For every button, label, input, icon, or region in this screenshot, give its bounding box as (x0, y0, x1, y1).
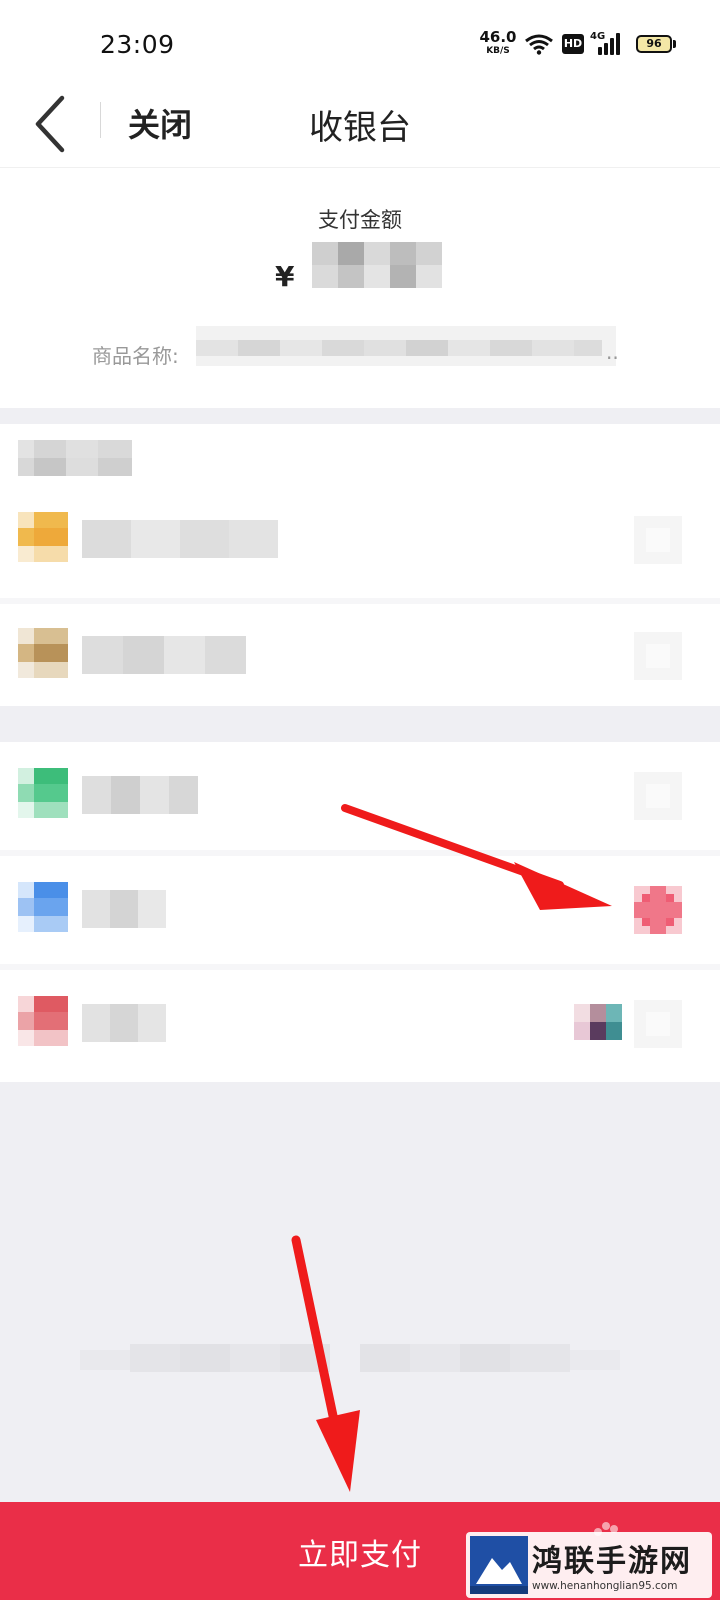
red-unionpay-icon (18, 996, 68, 1046)
signal-type-label: 4G (590, 31, 606, 42)
tan-wallet-icon (18, 628, 68, 678)
arrow-head-down (316, 1410, 360, 1492)
wifi-icon (525, 34, 553, 55)
close-button[interactable]: 关闭 (128, 100, 192, 146)
section-header-obscured (18, 440, 132, 476)
yellow-wallet-icon (18, 512, 68, 562)
green-wechat-icon (18, 768, 68, 818)
nav-bar: 收银台 关闭 (0, 88, 720, 168)
radio-button-unselected[interactable] (634, 516, 682, 564)
payment-method-name-obscured (82, 636, 246, 674)
status-bar: 23:09 46.0 KB/S HD 4G 96 (0, 0, 720, 88)
battery-level: 96 (646, 37, 662, 50)
bottom-hint-obscured (80, 1344, 620, 1372)
network-speed: 46.0 KB/S (478, 30, 518, 56)
payment-method-name-obscured (82, 776, 198, 814)
payment-method-row[interactable] (0, 486, 720, 598)
amount-panel: 支付金额 ¥ 商品名称: .. (0, 168, 720, 408)
battery-tip (673, 40, 676, 48)
watermark-logo-icon (470, 1536, 528, 1594)
radio-button-unselected[interactable] (634, 772, 682, 820)
payment-method-name-obscured (82, 1004, 166, 1042)
cell-signal-icon: 4G (590, 31, 622, 55)
site-watermark: 鸿联手游网 www.henanhonglian95.com (466, 1532, 712, 1598)
product-name-label: 商品名称: (92, 344, 179, 368)
page-title: 收银台 (309, 108, 411, 148)
watermark-url: www.henanhonglian95.com (532, 1580, 678, 1592)
payment-method-name-obscured (82, 890, 166, 928)
currency-symbol: ¥ (275, 260, 295, 293)
nav-divider (100, 102, 101, 138)
chevron-left-icon[interactable] (30, 92, 70, 156)
network-speed-unit: KB/S (486, 46, 510, 56)
network-speed-value: 46.0 (479, 28, 517, 46)
status-time: 23:09 (100, 30, 175, 59)
radio-button-unselected[interactable] (634, 632, 682, 680)
signal-bar (616, 33, 620, 55)
blue-alipay-icon (18, 882, 68, 932)
payment-method-row[interactable] (0, 602, 720, 714)
radio-button-unselected[interactable] (634, 1000, 682, 1048)
payment-method-row[interactable] (0, 856, 720, 968)
checkout-page: 23:09 46.0 KB/S HD 4G 96 收银台 关闭 支付金额 ¥ 商… (0, 0, 720, 1600)
payment-section-balance (0, 424, 720, 706)
payment-method-name-obscured (82, 520, 278, 558)
hd-icon: HD (562, 34, 584, 54)
radio-button-selected[interactable] (634, 886, 682, 934)
payment-method-row[interactable] (0, 742, 720, 854)
payment-section-third-party (0, 742, 720, 1082)
product-name-obscured (196, 326, 616, 366)
payment-method-row[interactable] (0, 970, 720, 1082)
signal-bar (610, 38, 614, 55)
battery-icon: 96 (636, 35, 672, 53)
amount-value-obscured (312, 242, 442, 288)
amount-label: 支付金额 (318, 208, 402, 232)
product-name-ellipsis: .. (606, 340, 619, 364)
watermark-text: 鸿联手游网 (532, 1544, 692, 1579)
signal-bar (604, 43, 608, 55)
promo-badge-icon (574, 1004, 622, 1040)
signal-bar (598, 47, 602, 55)
